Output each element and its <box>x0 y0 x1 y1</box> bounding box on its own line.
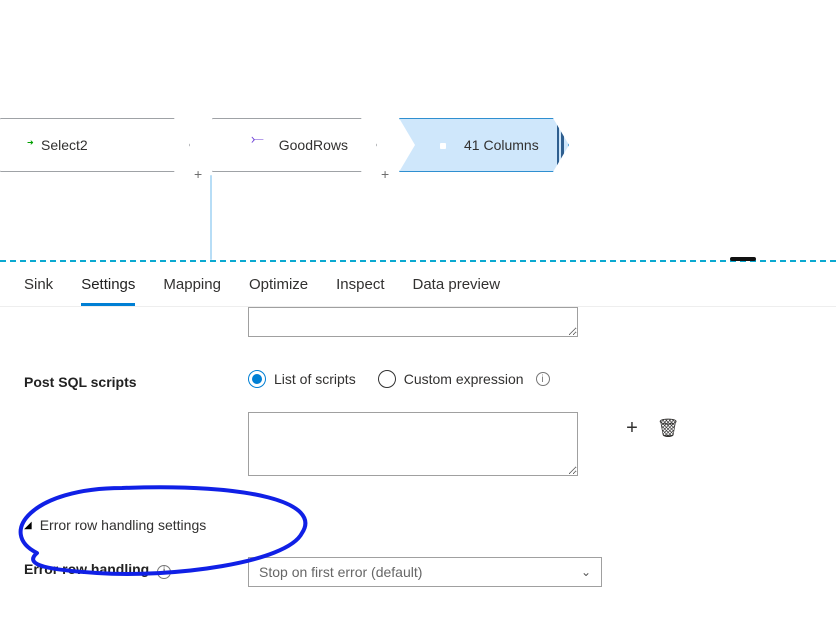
error-row-handling-label: Error row handling i <box>24 557 224 579</box>
add-button[interactable]: + <box>620 416 644 440</box>
blank-label <box>24 412 224 416</box>
sink-node[interactable]: 41 Columns <box>399 118 569 172</box>
caret-down-icon: ◢ <box>24 520 32 531</box>
pre-sql-textarea[interactable] <box>248 307 578 337</box>
panel-separator <box>0 260 836 262</box>
radio-label: Custom expression <box>404 371 524 387</box>
branch-connector <box>210 175 212 260</box>
post-sql-radio-group: List of scripts Custom expression i <box>248 370 550 388</box>
radio-unselected-icon <box>378 370 396 388</box>
chevron-down-icon: ⌄ <box>581 565 591 579</box>
node-label: 41 Columns <box>464 137 539 153</box>
select-node[interactable]: Select2 <box>0 118 190 172</box>
tab-mapping[interactable]: Mapping <box>163 276 221 306</box>
dataflow-canvas[interactable]: Select2 + GoodRows + 41 Columns <box>0 0 836 260</box>
radio-custom-expression[interactable]: Custom expression i <box>378 370 550 388</box>
conditional-split-icon <box>253 136 269 154</box>
tab-inspect[interactable]: Inspect <box>336 276 384 306</box>
node-gap: + <box>190 118 212 172</box>
tab-data-preview[interactable]: Data preview <box>413 276 501 306</box>
resize-handle[interactable] <box>730 257 756 261</box>
node-label: Select2 <box>41 137 88 153</box>
tab-bar: Sink Settings Mapping Optimize Inspect D… <box>0 262 836 307</box>
post-sql-label: Post SQL scripts <box>24 370 224 390</box>
delete-button[interactable]: 🗑 <box>656 416 680 440</box>
select-icon <box>13 136 31 154</box>
settings-body: Post SQL scripts List of scripts Custom … <box>0 307 836 607</box>
node-label: GoodRows <box>279 137 348 153</box>
node-gap: + <box>377 118 399 172</box>
radio-list-of-scripts[interactable]: List of scripts <box>248 370 356 388</box>
section-header-label: Error row handling settings <box>40 517 207 533</box>
radio-label: List of scripts <box>274 371 356 387</box>
goodrows-node[interactable]: GoodRows <box>212 118 377 172</box>
dropdown-value: Stop on first error (default) <box>259 564 422 580</box>
radio-selected-icon <box>248 370 266 388</box>
prev-row-spacer <box>24 307 224 311</box>
sink-icon <box>436 136 454 154</box>
add-node-icon[interactable]: + <box>194 166 202 182</box>
error-section-header[interactable]: ◢ Error row handling settings <box>24 517 812 533</box>
post-sql-textarea[interactable] <box>248 412 578 476</box>
tab-sink[interactable]: Sink <box>24 276 53 306</box>
info-icon[interactable]: i <box>536 372 550 386</box>
tab-settings[interactable]: Settings <box>81 276 135 306</box>
error-row-handling-dropdown[interactable]: Stop on first error (default) ⌄ <box>248 557 602 587</box>
add-node-icon[interactable]: + <box>381 166 389 182</box>
info-icon[interactable]: i <box>157 565 171 579</box>
tab-optimize[interactable]: Optimize <box>249 276 308 306</box>
